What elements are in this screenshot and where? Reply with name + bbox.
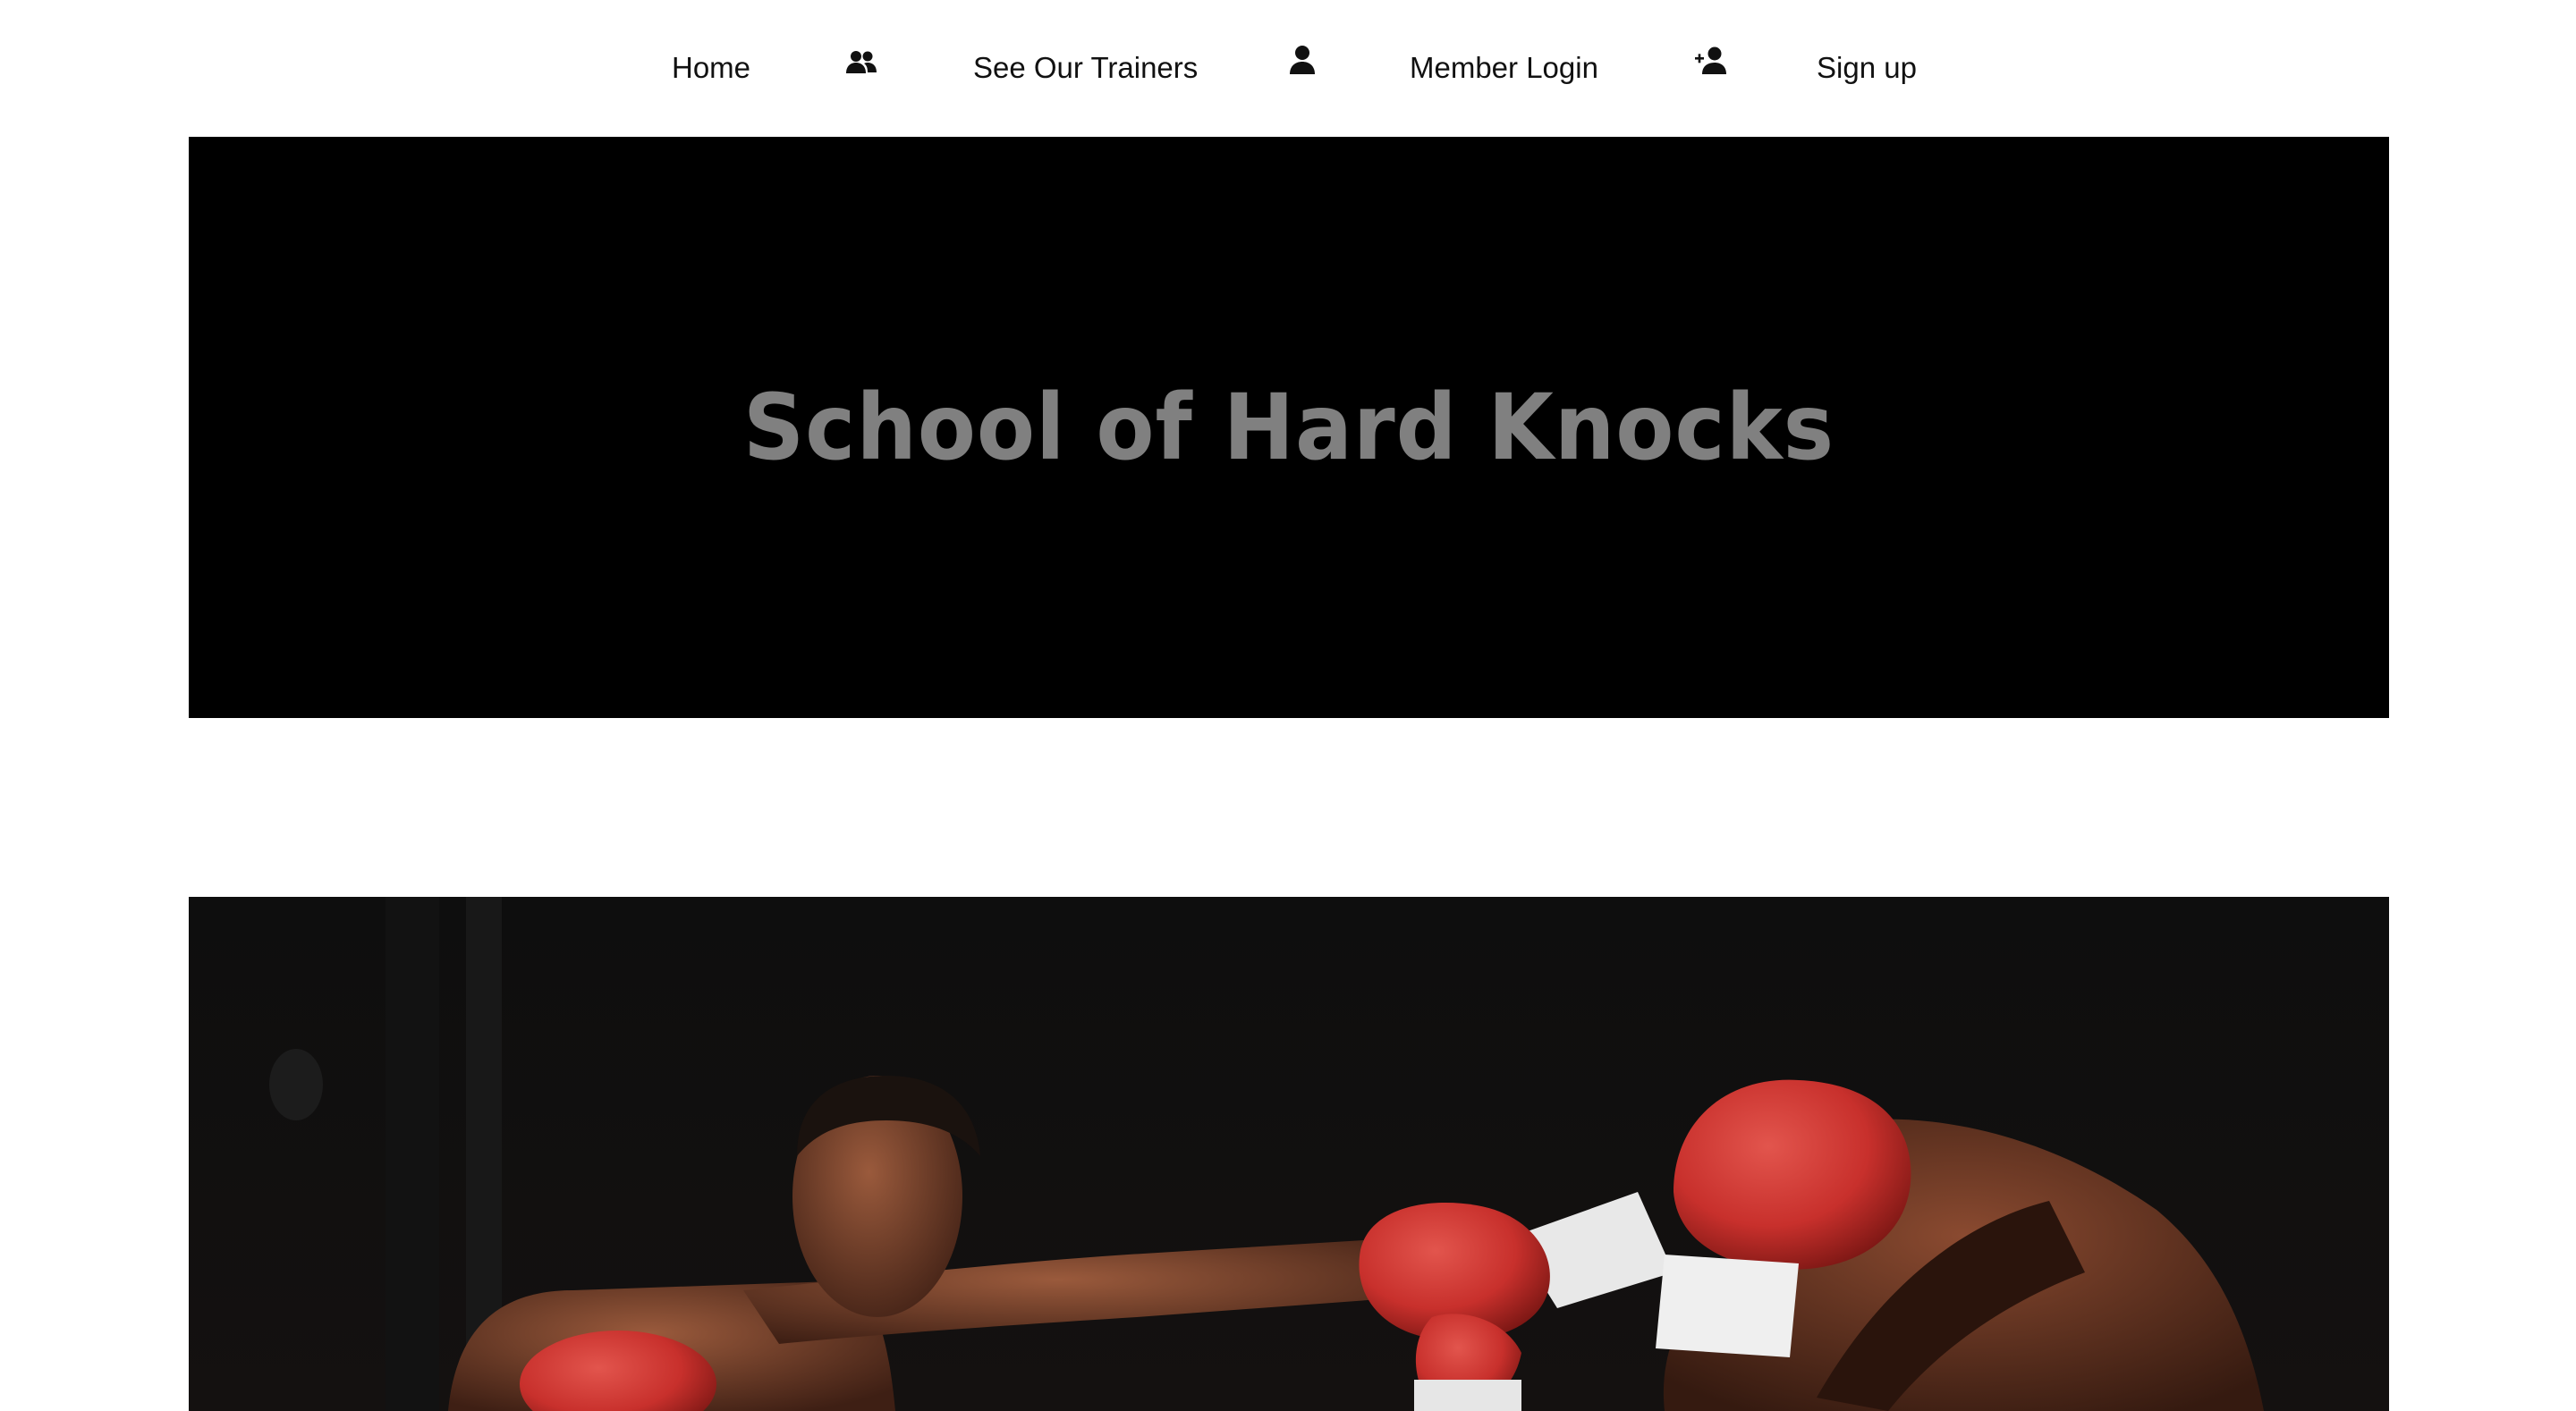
top-navigation: Home See Our Trainers Member Login Sign … — [0, 0, 2576, 136]
nav-home-link[interactable]: Home — [672, 0, 750, 136]
boxing-illustration — [189, 897, 2389, 1411]
person-add-icon[interactable] — [1695, 46, 1727, 76]
page-title: School of Hard Knocks — [742, 374, 1835, 481]
nav-home-label: Home — [672, 51, 751, 84]
person-icon[interactable] — [1289, 45, 1316, 75]
nav-member-login-link[interactable]: Member Login — [1410, 0, 1598, 136]
nav-signup-label: Sign up — [1817, 51, 1917, 84]
hero-banner: School of Hard Knocks — [189, 137, 2389, 718]
nav-trainers-label: See Our Trainers — [973, 51, 1199, 84]
people-icon[interactable] — [846, 48, 877, 75]
nav-trainers-link[interactable]: See Our Trainers — [973, 0, 1198, 136]
nav-member-login-label: Member Login — [1410, 51, 1598, 84]
boxing-match-photo — [189, 897, 2389, 1411]
nav-signup-link[interactable]: Sign up — [1817, 0, 1917, 136]
